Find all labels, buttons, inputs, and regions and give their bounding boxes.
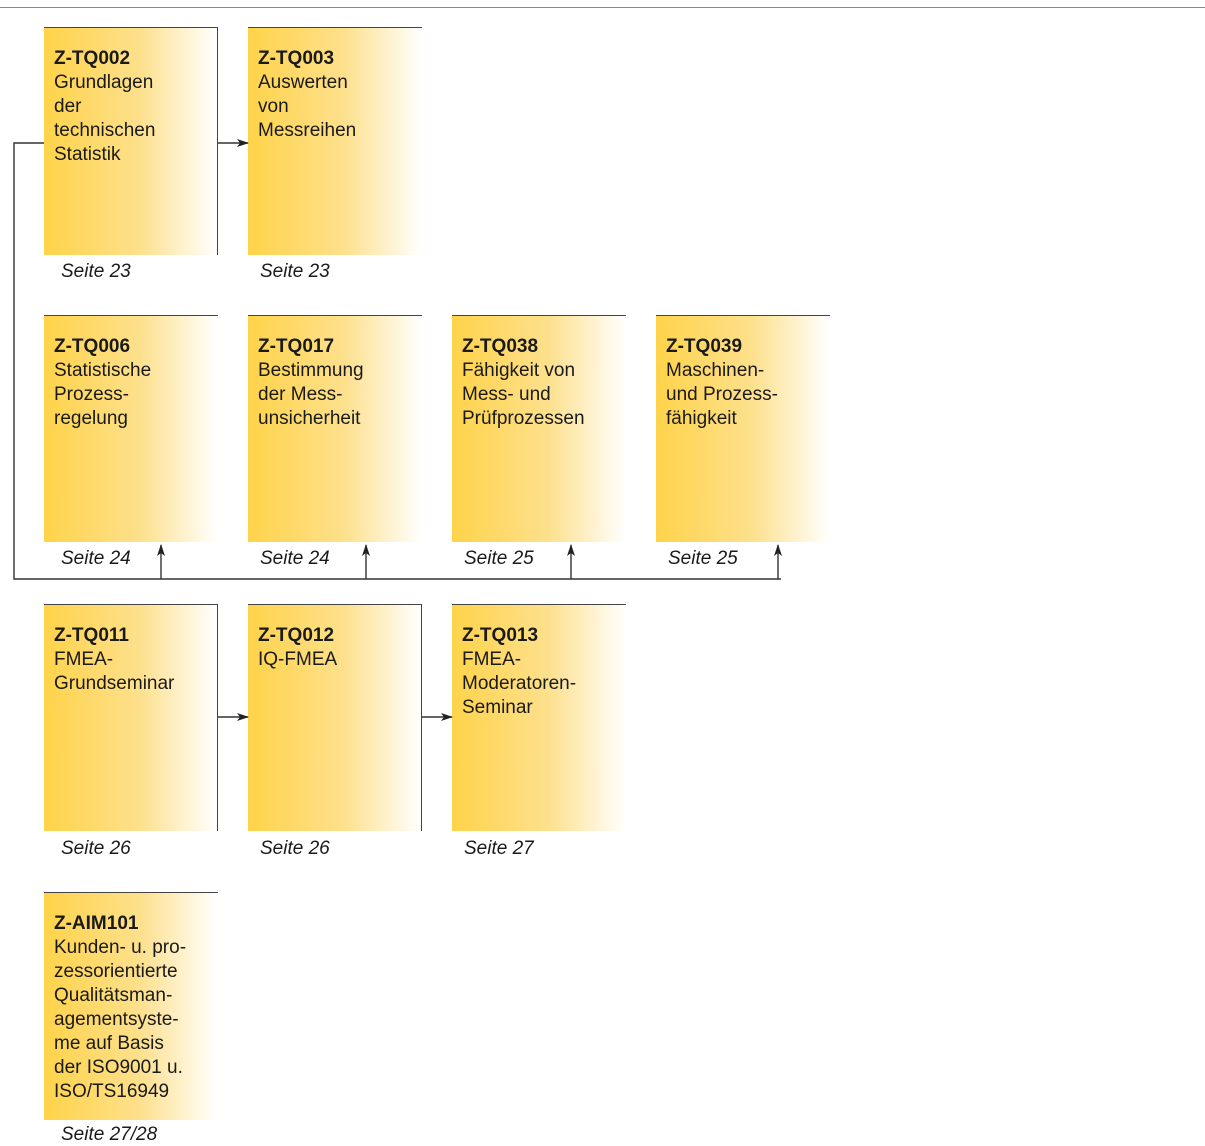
connector-loop xyxy=(13,142,781,580)
connector-lines xyxy=(13,139,782,721)
